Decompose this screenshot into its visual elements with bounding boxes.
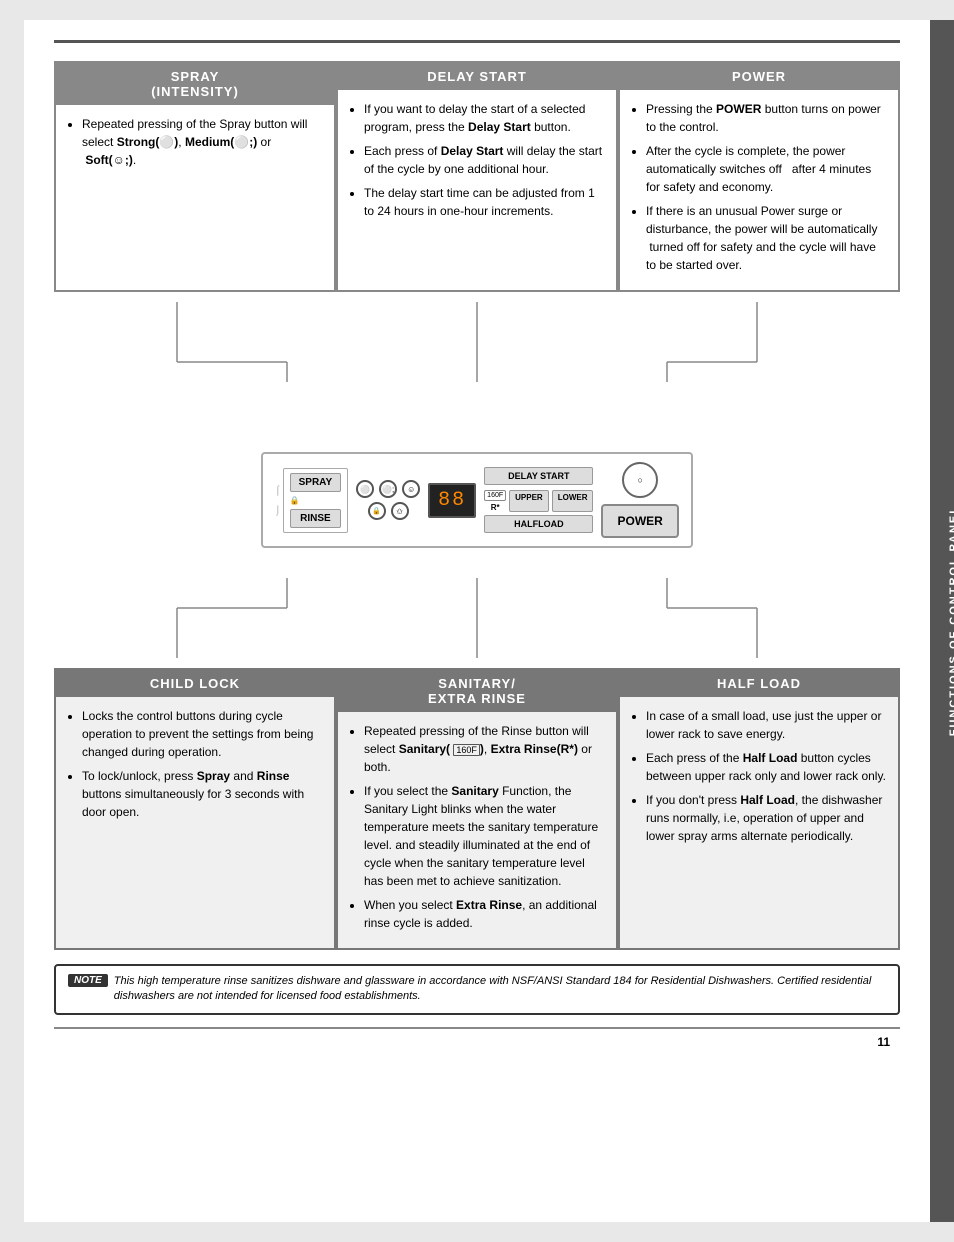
spray-rinse-buttons: SPRAY 🔒 RINSE <box>283 468 349 533</box>
temp-r-labels: 160F R* <box>484 490 506 512</box>
spray-bullet-1: Repeated pressing of the Spray button wi… <box>82 115 322 169</box>
panel-area: ⌠ ⌡ SPRAY 🔒 RINSE ⚪ <box>54 422 900 578</box>
side-tab-text: FUNCTIONS OF CONTROL PANEL <box>948 505 954 736</box>
lower-panel-btns: 160F R* UPPER LOWER <box>484 490 593 512</box>
child-lock-header: CHILD LOCK <box>56 670 334 697</box>
temp-label: 160F <box>484 490 506 501</box>
delay-bullet-3: The delay start time can be adjusted fro… <box>364 184 604 220</box>
lock-circle-icon: 🔒 <box>368 502 386 520</box>
spray-header: SPRAY(INTENSITY) <box>56 63 334 105</box>
sanitary-bullet-3: When you select Extra Rinse, an addition… <box>364 896 604 932</box>
sanitary-bullet-2: If you select the Sanitary Function, the… <box>364 782 604 890</box>
delay-body: If you want to delay the start of a sele… <box>338 90 616 236</box>
delay-bullet-2: Each press of Delay Start will delay the… <box>364 142 604 178</box>
top-section: SPRAY(INTENSITY) Repeated pressing of th… <box>54 61 900 292</box>
power-bullet-1: Pressing the POWER button turns on power… <box>646 100 886 136</box>
icon-circle-1: ⚪ <box>356 480 374 498</box>
lock-icon: 🔒 <box>290 496 300 505</box>
halfload-box: HALF LOAD In case of a small load, use j… <box>618 668 900 950</box>
bottom-connector-lines <box>54 578 900 658</box>
halfload-bullet-3: If you don't press Half Load, the dishwa… <box>646 791 886 845</box>
star-icon: ✩ <box>391 502 409 520</box>
page: FUNCTIONS OF CONTROL PANEL SPRAY(INTENSI… <box>24 20 930 1222</box>
spray-body: Repeated pressing of the Spray button wi… <box>56 105 334 185</box>
page-number: 11 <box>54 1027 900 1049</box>
panel-display: 88 <box>428 483 476 518</box>
delay-bullet-1: If you want to delay the start of a sele… <box>364 100 604 136</box>
child-lock-body: Locks the control buttons during cycle o… <box>56 697 334 837</box>
sanitary-bullet-1: Repeated pressing of the Rinse button wi… <box>364 722 604 776</box>
power-header: POWER <box>620 63 898 90</box>
spray-rinse-group: ⌠ ⌡ SPRAY 🔒 RINSE <box>275 468 348 533</box>
icon-circle-2: ⚪; <box>379 480 397 498</box>
halfload-body: In case of a small load, use just the up… <box>620 697 898 861</box>
power-button[interactable]: POWER <box>601 504 678 538</box>
power-group: ○ POWER <box>601 462 678 538</box>
panel-wrapper: ⌠ ⌡ SPRAY 🔒 RINSE ⚪ <box>54 302 900 658</box>
icon-cluster: ⚪ ⚪; ☺ 🔒 ✩ <box>356 480 420 520</box>
child-lock-box: CHILD LOCK Locks the control buttons dur… <box>54 668 336 950</box>
power-body: Pressing the POWER button turns on power… <box>620 90 898 290</box>
sanitary-header: SANITARY/EXTRA RINSE <box>338 670 616 712</box>
icon-circle-3: ☺ <box>402 480 420 498</box>
child-bullet-1: Locks the control buttons during cycle o… <box>82 707 322 761</box>
halfload-bullet-2: Each press of the Half Load button cycle… <box>646 749 886 785</box>
power-bullet-2: After the cycle is complete, the power a… <box>646 142 886 196</box>
delay-start-button[interactable]: DELAY START <box>484 467 593 485</box>
bottom-icons: 🔒 ✩ <box>368 502 409 520</box>
lock-indicator: 🔒 <box>290 496 342 505</box>
power-box: POWER Pressing the POWER button turns on… <box>618 61 900 292</box>
power-circle-icon: ○ <box>622 462 658 498</box>
power-bullet-3: If there is an unusual Power surge or di… <box>646 202 886 274</box>
bracket-group: ⌠ ⌡ <box>275 485 280 515</box>
sanitary-box: SANITARY/EXTRA RINSE Repeated pressing o… <box>336 668 618 950</box>
bottom-section: CHILD LOCK Locks the control buttons dur… <box>54 668 900 950</box>
top-icons: ⚪ ⚪; ☺ <box>356 480 420 498</box>
connector-lines <box>54 302 900 422</box>
child-bullet-2: To lock/unlock, press Spray and Rinse bu… <box>82 767 322 821</box>
note-text: This high temperature rinse sanitizes di… <box>114 974 886 1005</box>
halfload-header: HALF LOAD <box>620 670 898 697</box>
r-star-label: R* <box>491 503 500 512</box>
side-tab: FUNCTIONS OF CONTROL PANEL <box>930 20 954 1222</box>
halfload-button[interactable]: HALFLOAD <box>484 515 593 533</box>
note-label: NOTE <box>68 974 108 987</box>
upper-button[interactable]: UPPER <box>509 490 549 512</box>
delay-header: DELAY START <box>338 63 616 90</box>
lower-button[interactable]: LOWER <box>552 490 594 512</box>
sanitary-body: Repeated pressing of the Rinse button wi… <box>338 712 616 948</box>
note-section: NOTE This high temperature rinse sanitiz… <box>54 964 900 1015</box>
spray-box: SPRAY(INTENSITY) Repeated pressing of th… <box>54 61 336 292</box>
top-divider <box>54 40 900 43</box>
spray-button[interactable]: SPRAY <box>290 473 342 492</box>
delay-box: DELAY START If you want to delay the sta… <box>336 61 618 292</box>
rinse-button[interactable]: RINSE <box>290 509 342 528</box>
right-buttons-group: DELAY START 160F R* UPPER LOWER HALFLOAD <box>484 467 593 533</box>
control-panel: ⌠ ⌡ SPRAY 🔒 RINSE ⚪ <box>261 452 693 548</box>
halfload-bullet-1: In case of a small load, use just the up… <box>646 707 886 743</box>
